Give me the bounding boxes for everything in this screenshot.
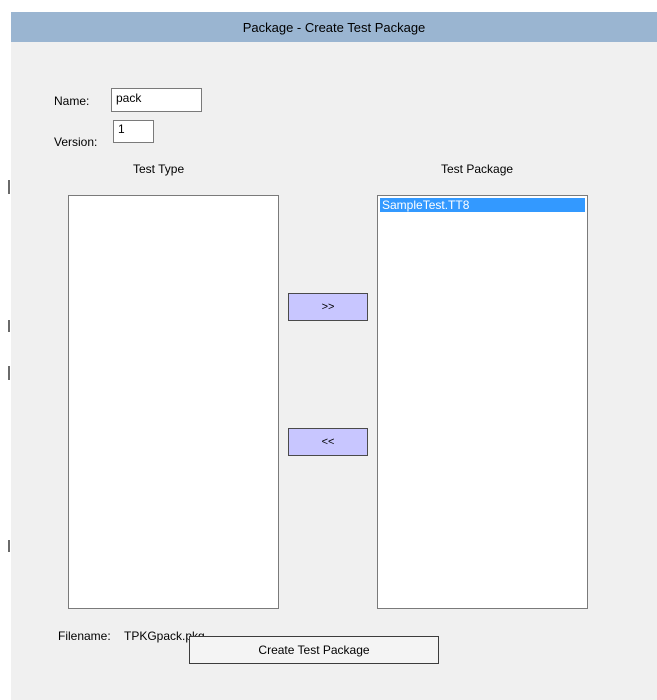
test-package-item[interactable]: SampleTest.TT8	[380, 198, 585, 212]
background-edge-mark	[8, 366, 10, 380]
window-titlebar[interactable]: Package - Create Test Package	[11, 12, 657, 42]
remove-from-package-button[interactable]: <<	[288, 428, 368, 456]
test-type-list[interactable]	[68, 195, 279, 609]
test-package-header: Test Package	[441, 162, 514, 176]
filename-label: Filename:	[58, 629, 111, 643]
version-label: Version:	[54, 135, 98, 149]
create-test-package-window: Package - Create Test Package Name: pack…	[11, 12, 657, 700]
background-edge-mark	[8, 180, 10, 194]
test-type-header: Test Type	[133, 162, 185, 176]
version-input[interactable]: 1	[113, 120, 154, 143]
window-title: Package - Create Test Package	[242, 20, 426, 35]
name-label: Name:	[54, 94, 90, 108]
name-input[interactable]: pack	[111, 88, 202, 112]
create-test-package-button[interactable]: Create Test Package	[189, 636, 439, 664]
background-edge-mark	[8, 320, 10, 332]
add-to-package-button[interactable]: >>	[288, 293, 368, 321]
test-package-list[interactable]: SampleTest.TT8	[377, 195, 588, 609]
background-edge-mark	[8, 540, 10, 552]
